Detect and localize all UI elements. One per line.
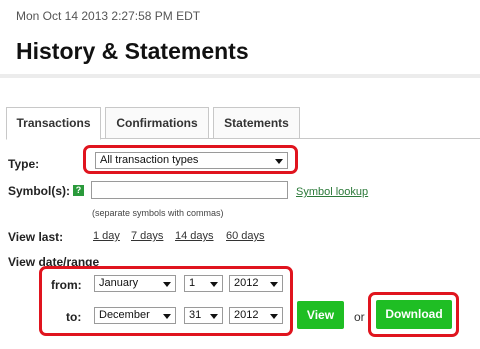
timestamp: Mon Oct 14 2013 2:27:58 PM EDT — [16, 9, 201, 23]
to-day-select[interactable]: 31 — [184, 307, 223, 324]
from-year-select[interactable]: 2012 — [229, 275, 283, 292]
tab-confirmations[interactable]: Confirmations — [105, 107, 209, 139]
chevron-down-icon — [270, 314, 278, 319]
symbol-label: Symbol(s): — [8, 184, 71, 198]
type-label: Type: — [8, 157, 40, 171]
from-day-value: 1 — [189, 277, 196, 289]
to-label: to: — [66, 310, 82, 324]
to-day-value: 31 — [189, 309, 202, 321]
help-icon[interactable]: ? — [73, 185, 84, 196]
symbol-lookup-link[interactable]: Symbol lookup — [296, 186, 368, 198]
to-year-select[interactable]: 2012 — [229, 307, 283, 324]
chevron-down-icon — [210, 282, 218, 287]
to-year-value: 2012 — [234, 309, 259, 321]
chevron-down-icon — [270, 282, 278, 287]
from-day-select[interactable]: 1 — [184, 275, 223, 292]
or-text: or — [354, 310, 365, 324]
view-last-7-days[interactable]: 7 days — [131, 230, 163, 242]
view-last-1-day[interactable]: 1 day — [93, 230, 120, 242]
tab-statements[interactable]: Statements — [213, 107, 300, 139]
divider — [0, 74, 480, 78]
view-last-14-days[interactable]: 14 days — [175, 230, 214, 242]
symbol-hint: (separate symbols with commas) — [92, 208, 224, 218]
from-label: from: — [51, 278, 82, 292]
download-button[interactable]: Download — [376, 300, 452, 329]
to-month-value: December — [99, 309, 150, 321]
tab-transactions[interactable]: Transactions — [6, 107, 101, 140]
chevron-down-icon — [163, 282, 171, 287]
from-month-value: January — [99, 277, 139, 289]
type-highlight — [83, 145, 298, 174]
to-month-select[interactable]: December — [94, 307, 176, 324]
view-button[interactable]: View — [297, 301, 344, 329]
chevron-down-icon — [163, 314, 171, 319]
view-last-60-days[interactable]: 60 days — [226, 230, 265, 242]
view-last-label: View last: — [8, 230, 64, 244]
symbol-input[interactable] — [91, 181, 288, 199]
chevron-down-icon — [210, 314, 218, 319]
tab-bar: Transactions Confirmations Statements — [6, 107, 480, 140]
from-month-select[interactable]: January — [94, 275, 176, 292]
page-title: History & Statements — [16, 38, 249, 64]
from-year-value: 2012 — [234, 277, 259, 289]
